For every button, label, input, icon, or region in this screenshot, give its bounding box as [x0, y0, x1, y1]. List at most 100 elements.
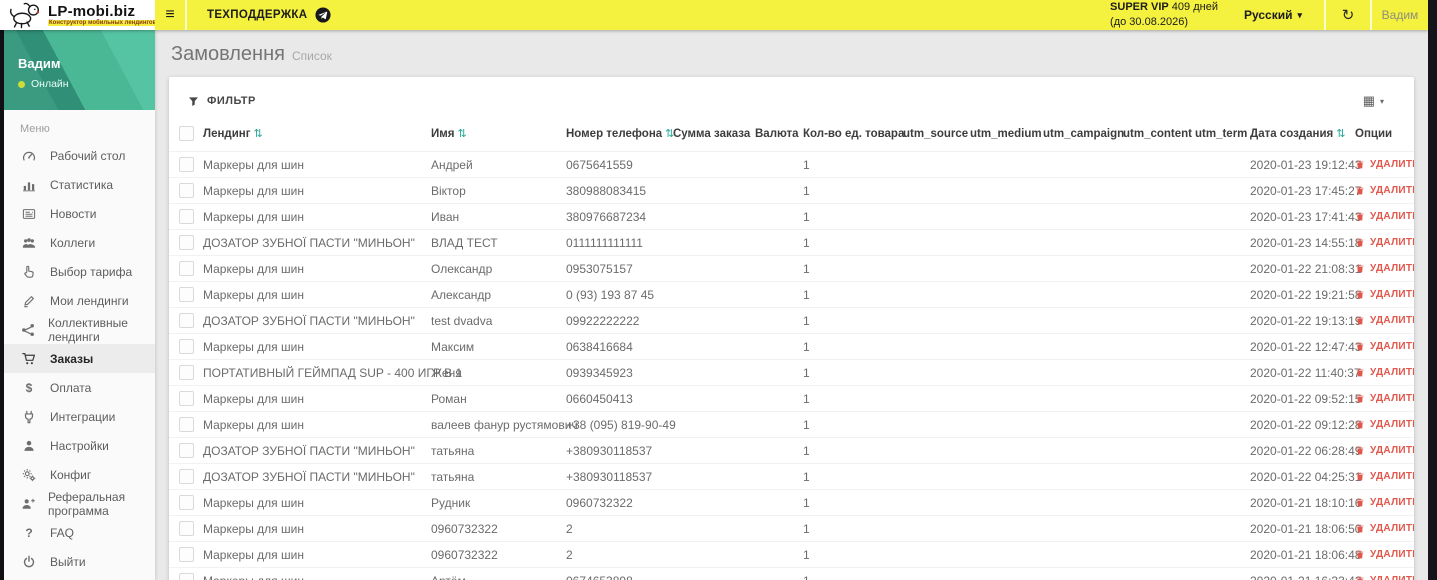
cell-name: Андрей [428, 151, 563, 178]
row-checkbox[interactable] [179, 443, 194, 459]
column-header[interactable]: Опции [1352, 121, 1414, 152]
cell-utm-source [900, 515, 967, 542]
delete-button[interactable]: УДАЛИТЬ [1355, 315, 1414, 326]
row-checkbox[interactable] [179, 469, 194, 485]
sidebar-item-faq[interactable]: ? FAQ [4, 518, 155, 547]
topbar: LP-mobi.biz Конструктор мобильных лендин… [0, 0, 1428, 30]
row-checkbox[interactable] [179, 521, 194, 537]
cell-landing: Маркеры для шин [200, 151, 428, 178]
cell-quantity: 1 [800, 437, 900, 464]
column-header[interactable]: Номер телефона ⇅ [563, 121, 674, 152]
row-checkbox[interactable] [179, 391, 194, 407]
cell-created-date: 2020-01-23 17:41:43 [1247, 203, 1361, 230]
topbar-user-button[interactable]: Вадим [1372, 8, 1428, 22]
sidebar-item-payment[interactable]: $ Оплата [4, 373, 155, 402]
funnel-icon [189, 96, 198, 106]
column-header[interactable]: Лендинг ⇅ [200, 121, 428, 152]
language-select[interactable]: Русский ▾ [1244, 8, 1302, 22]
trash-icon [1356, 368, 1364, 377]
delete-button[interactable]: УДАЛИТЬ [1355, 367, 1414, 378]
column-header[interactable]: Кол-во ед. товара [800, 121, 904, 152]
sidebar-item-settings[interactable]: Настройки [4, 431, 155, 460]
column-header[interactable]: utm_source [900, 121, 968, 152]
delete-button[interactable]: УДАЛИТЬ [1355, 471, 1414, 482]
table-row: ПОРТАТИВНЫЙ ГЕЙМПАД SUP - 400 ИГР В 1 Же… [169, 359, 1414, 386]
cell-order-sum [670, 567, 752, 580]
delete-button[interactable]: УДАЛИТЬ [1355, 445, 1414, 456]
sidebar-item-colleagues[interactable]: Коллеги [4, 228, 155, 257]
cell-utm-medium [967, 307, 1040, 334]
sidebar-item-dashboard[interactable]: Рабочий стол [4, 141, 155, 170]
cell-quantity: 1 [800, 567, 900, 580]
sidebar-item-config[interactable]: Конфиг [4, 460, 155, 489]
column-header[interactable]: Имя ⇅ [428, 121, 563, 152]
sidebar-item-tariff[interactable]: Выбор тарифа [4, 257, 155, 286]
delete-button[interactable]: УДАЛИТЬ [1355, 419, 1414, 430]
delete-button[interactable]: УДАЛИТЬ [1355, 575, 1414, 580]
sidebar-item-landings[interactable]: Мои лендинги [4, 286, 155, 315]
logo[interactable]: LP-mobi.biz Конструктор мобильных лендин… [0, 0, 158, 30]
column-header[interactable]: utm_content [1120, 121, 1192, 152]
delete-button[interactable]: УДАЛИТЬ [1355, 237, 1414, 248]
sidebar-item-logout[interactable]: Выйти [4, 547, 155, 576]
delete-button[interactable]: УДАЛИТЬ [1355, 211, 1414, 222]
delete-button[interactable]: УДАЛИТЬ [1355, 289, 1414, 300]
cell-order-sum [670, 255, 752, 282]
column-header[interactable]: utm_medium [967, 121, 1042, 152]
row-checkbox[interactable] [179, 235, 194, 251]
refresh-button[interactable]: ↻ [1326, 6, 1370, 24]
cart-icon [21, 352, 37, 366]
cell-utm-term [1192, 333, 1247, 360]
sidebar-item-orders[interactable]: Заказы [4, 344, 155, 373]
delete-button[interactable]: УДАЛИТЬ [1355, 159, 1414, 170]
column-header[interactable]: utm_term [1192, 121, 1247, 152]
sidebar-item-label: Выбор тарифа [50, 264, 133, 279]
row-checkbox[interactable] [179, 339, 194, 355]
table-row: Маркеры для шин Максим 0638416684 1 2020… [169, 333, 1414, 360]
cell-utm-content [1120, 151, 1192, 178]
sidebar-item-integrations[interactable]: Интеграции [4, 402, 155, 431]
hamburger-menu-icon[interactable]: ≡ [155, 6, 185, 24]
delete-button[interactable]: УДАЛИТЬ [1355, 523, 1414, 534]
select-all-checkbox[interactable] [179, 126, 194, 141]
sidebar-item-label: FAQ [50, 525, 75, 540]
delete-button[interactable]: УДАЛИТЬ [1355, 497, 1414, 508]
cell-utm-source [900, 307, 967, 334]
sidebar-item-referral[interactable]: Реферальная программа [4, 489, 155, 518]
delete-button[interactable]: УДАЛИТЬ [1355, 263, 1414, 274]
support-button[interactable]: ТЕХПОДДЕРЖКА [187, 7, 347, 23]
column-header[interactable]: Валюта [752, 121, 800, 152]
delete-button[interactable]: УДАЛИТЬ [1355, 549, 1414, 560]
cell-created-date: 2020-01-21 18:06:48 [1247, 541, 1361, 568]
row-checkbox[interactable] [179, 547, 194, 563]
sidebar-item-collective[interactable]: Коллективные лендинги [4, 315, 155, 344]
cell-currency [752, 307, 800, 334]
delete-button[interactable]: УДАЛИТЬ [1355, 393, 1414, 404]
row-checkbox[interactable] [179, 313, 194, 329]
filter-button[interactable]: ФИЛЬТР [188, 95, 256, 107]
row-checkbox[interactable] [179, 365, 194, 381]
row-checkbox[interactable] [179, 261, 194, 277]
delete-button[interactable]: УДАЛИТЬ [1355, 341, 1414, 352]
row-checkbox[interactable] [179, 495, 194, 511]
column-header[interactable]: Сумма заказа [670, 121, 752, 152]
row-checkbox[interactable] [179, 417, 194, 433]
row-checkbox[interactable] [179, 287, 194, 303]
sidebar-item-statistics[interactable]: Статистика [4, 170, 155, 199]
column-header[interactable]: utm_campaign [1040, 121, 1124, 152]
row-checkbox[interactable] [179, 157, 194, 173]
row-checkbox[interactable] [179, 209, 194, 225]
cell-landing: Маркеры для шин [200, 489, 428, 516]
delete-button[interactable]: УДАЛИТЬ [1355, 185, 1414, 196]
row-checkbox[interactable] [179, 573, 194, 580]
row-checkbox[interactable] [179, 183, 194, 199]
cell-name: Рудник [428, 489, 563, 516]
sidebar-item-news[interactable]: Новости [4, 199, 155, 228]
cell-utm-campaign [1040, 203, 1120, 230]
cell-name: ВЛАД ТЕСТ [428, 229, 563, 256]
cell-utm-medium [967, 437, 1040, 464]
cell-utm-content [1120, 359, 1192, 386]
columns-visibility-button[interactable]: ▦ ▾ [1363, 93, 1384, 109]
column-header[interactable]: Дата создания ⇅ [1247, 121, 1352, 152]
cell-utm-content [1120, 411, 1192, 438]
